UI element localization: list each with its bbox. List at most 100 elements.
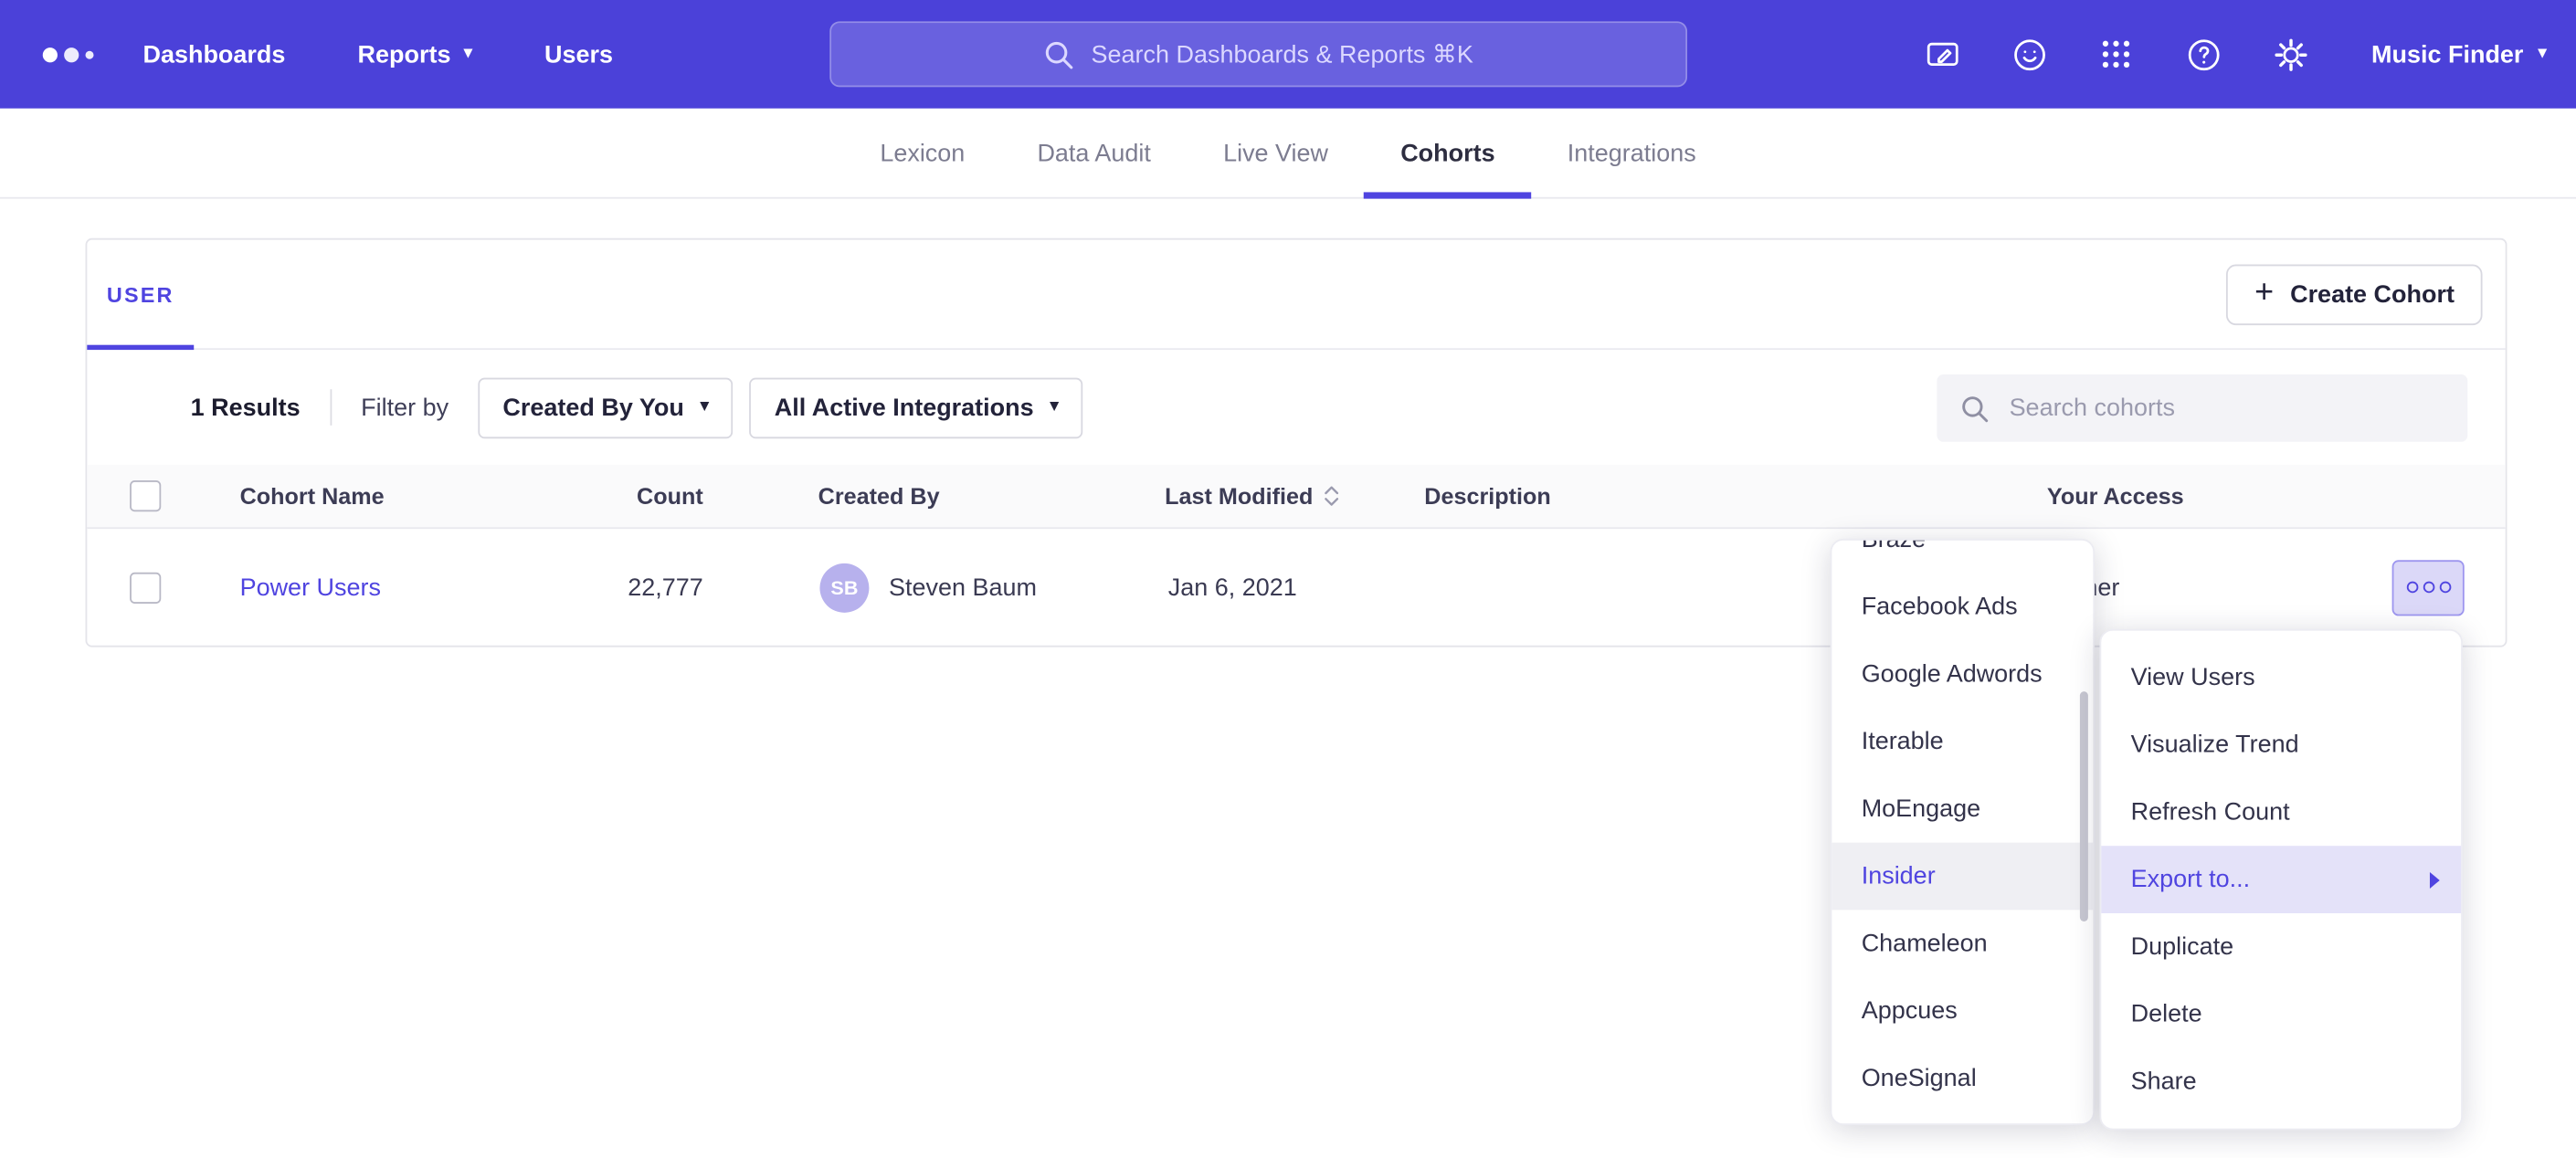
top-nav: Dashboards Reports ▾ Users Search Dashbo… bbox=[0, 0, 2576, 109]
menu-item-visualize-trend[interactable]: Visualize Trend bbox=[2101, 711, 2461, 779]
last-modified-value: Jan 6, 2021 bbox=[1168, 574, 1297, 602]
tab-label: Data Audit bbox=[1037, 139, 1150, 167]
tab-lexicon[interactable]: Lexicon bbox=[844, 109, 1001, 197]
mixpanel-logo[interactable] bbox=[43, 47, 94, 61]
project-switcher[interactable]: Music Finder ▾ bbox=[2371, 40, 2547, 68]
column-last-modified[interactable]: Last Modified bbox=[1165, 483, 1341, 510]
column-count: Count bbox=[552, 483, 702, 510]
created-by-filter-label: Created By You bbox=[502, 394, 683, 422]
global-search-placeholder: Search Dashboards & Reports ⌘K bbox=[1092, 39, 1473, 68]
filter-by-label: Filter by bbox=[361, 394, 449, 422]
logo-dot bbox=[64, 47, 79, 61]
top-nav-items: Dashboards Reports ▾ Users bbox=[143, 40, 613, 68]
menu-item-delete[interactable]: Delete bbox=[2101, 981, 2461, 1048]
tab-live-view[interactable]: Live View bbox=[1188, 109, 1365, 197]
support-smiley-icon[interactable] bbox=[2010, 35, 2049, 74]
menu-item-facebook-ads[interactable]: Facebook Ads bbox=[1832, 574, 2093, 641]
data-management-tabs: Lexicon Data Audit Live View Cohorts Int… bbox=[0, 109, 2576, 199]
table-row: Power Users 22,777 SB Steven Baum Jan 6,… bbox=[87, 529, 2505, 646]
menu-item-moengage[interactable]: MoEngage bbox=[1832, 775, 2093, 843]
menu-item-view-users[interactable]: View Users bbox=[2101, 644, 2461, 711]
cohort-search-input[interactable] bbox=[2006, 393, 2444, 424]
select-all-checkbox[interactable] bbox=[130, 480, 161, 511]
filter-row: 1 Results Filter by Created By You ▾ All… bbox=[87, 350, 2505, 465]
cohorts-card: USER + Create Cohort 1 Results Filter by… bbox=[86, 238, 2507, 647]
column-cohort-name: Cohort Name bbox=[240, 483, 385, 510]
nav-reports-label: Reports bbox=[358, 40, 451, 68]
menu-item-iterable[interactable]: Iterable bbox=[1832, 708, 2093, 775]
tab-label: Lexicon bbox=[880, 139, 965, 167]
menu-item-share[interactable]: Share bbox=[2101, 1047, 2461, 1115]
tab-user-label: USER bbox=[107, 281, 174, 306]
column-your-access: Your Access bbox=[2047, 483, 2184, 510]
menu-item-google-adwords[interactable]: Google Adwords bbox=[1832, 640, 2093, 708]
ellipsis-dot bbox=[2423, 582, 2434, 594]
column-description: Description bbox=[1424, 483, 1551, 510]
send-feedback-icon[interactable] bbox=[1923, 35, 1962, 74]
menu-item-appcues[interactable]: Appcues bbox=[1832, 977, 2093, 1045]
chevron-down-icon: ▾ bbox=[701, 399, 709, 416]
create-cohort-label: Create Cohort bbox=[2290, 281, 2455, 310]
tab-integrations[interactable]: Integrations bbox=[1531, 109, 1732, 197]
row-actions-button[interactable] bbox=[2392, 559, 2465, 615]
row-checkbox[interactable] bbox=[130, 572, 161, 603]
integrations-filter-dropdown[interactable]: All Active Integrations ▾ bbox=[750, 377, 1083, 438]
ellipsis-dot bbox=[2439, 582, 2451, 594]
active-tab-underline bbox=[1365, 192, 1532, 198]
plus-icon: + bbox=[2254, 274, 2274, 311]
chevron-down-icon: ▾ bbox=[2539, 46, 2547, 62]
column-last-modified-label: Last Modified bbox=[1165, 483, 1313, 510]
integrations-filter-label: All Active Integrations bbox=[775, 394, 1034, 422]
sort-icon bbox=[1323, 485, 1341, 508]
row-context-menu: View Users Visualize Trend Refresh Count… bbox=[2099, 629, 2462, 1131]
menu-item-refresh-count[interactable]: Refresh Count bbox=[2101, 778, 2461, 846]
export-destinations-list: Braze Facebook Ads Google Adwords Iterab… bbox=[1832, 539, 2093, 1112]
menu-item-onesignal[interactable]: OneSignal bbox=[1832, 1045, 2093, 1112]
logo-dot bbox=[43, 47, 58, 61]
create-cohort-button[interactable]: + Create Cohort bbox=[2227, 265, 2483, 326]
created-by-value: Steven Baum bbox=[889, 574, 1037, 602]
divider bbox=[330, 389, 332, 426]
ellipsis-dot bbox=[2406, 582, 2418, 594]
search-icon bbox=[1043, 38, 1074, 69]
cohorts-card-header: USER + Create Cohort bbox=[87, 240, 2505, 350]
nav-reports[interactable]: Reports ▾ bbox=[358, 40, 472, 68]
cohort-search bbox=[1937, 374, 2467, 442]
menu-item-braze[interactable]: Braze bbox=[1832, 539, 2093, 574]
chevron-down-icon: ▾ bbox=[464, 46, 472, 62]
cohort-count: 22,777 bbox=[552, 574, 702, 602]
scrollbar-thumb[interactable] bbox=[2080, 691, 2088, 921]
nav-dashboards[interactable]: Dashboards bbox=[143, 40, 285, 68]
created-by-filter-dropdown[interactable]: Created By You ▾ bbox=[478, 377, 733, 438]
top-nav-right: Music Finder ▾ bbox=[1923, 0, 2547, 109]
tab-cohorts[interactable]: Cohorts bbox=[1365, 109, 1532, 197]
search-icon bbox=[1960, 394, 1990, 423]
global-search-input[interactable]: Search Dashboards & Reports ⌘K bbox=[829, 21, 1687, 87]
tab-label: Cohorts bbox=[1400, 139, 1494, 167]
menu-item-insider[interactable]: Insider bbox=[1832, 843, 2093, 911]
nav-users[interactable]: Users bbox=[544, 40, 613, 68]
project-name: Music Finder bbox=[2371, 40, 2523, 68]
apps-grid-icon[interactable] bbox=[2097, 35, 2137, 74]
export-destinations-submenu: Braze Facebook Ads Google Adwords Iterab… bbox=[1831, 539, 2096, 1125]
row-context-menu-list: View Users Visualize Trend Refresh Count… bbox=[2101, 644, 2461, 1115]
submenu-arrow-icon bbox=[2430, 871, 2440, 888]
tab-label: Integrations bbox=[1568, 139, 1696, 167]
chevron-down-icon: ▾ bbox=[1050, 399, 1059, 416]
tab-label: Live View bbox=[1223, 139, 1328, 167]
menu-item-export-to[interactable]: Export to... bbox=[2101, 846, 2461, 913]
logo-dot bbox=[86, 50, 94, 58]
tab-data-audit[interactable]: Data Audit bbox=[1001, 109, 1188, 197]
settings-gear-icon[interactable] bbox=[2271, 35, 2310, 74]
tab-user-cohorts[interactable]: USER bbox=[87, 240, 194, 349]
menu-item-duplicate[interactable]: Duplicate bbox=[2101, 913, 2461, 981]
menu-item-export-to-label: Export to... bbox=[2131, 866, 2250, 894]
results-count: 1 Results bbox=[191, 394, 301, 422]
cohort-name-link[interactable]: Power Users bbox=[240, 574, 381, 602]
column-created-by: Created By bbox=[818, 483, 940, 510]
table-header: Cohort Name Count Created By Last Modifi… bbox=[87, 465, 2505, 529]
menu-item-chameleon[interactable]: Chameleon bbox=[1832, 910, 2093, 977]
help-icon[interactable] bbox=[2184, 35, 2223, 74]
app-window: Dashboards Reports ▾ Users Search Dashbo… bbox=[0, 0, 2576, 1158]
avatar: SB bbox=[819, 563, 869, 612]
